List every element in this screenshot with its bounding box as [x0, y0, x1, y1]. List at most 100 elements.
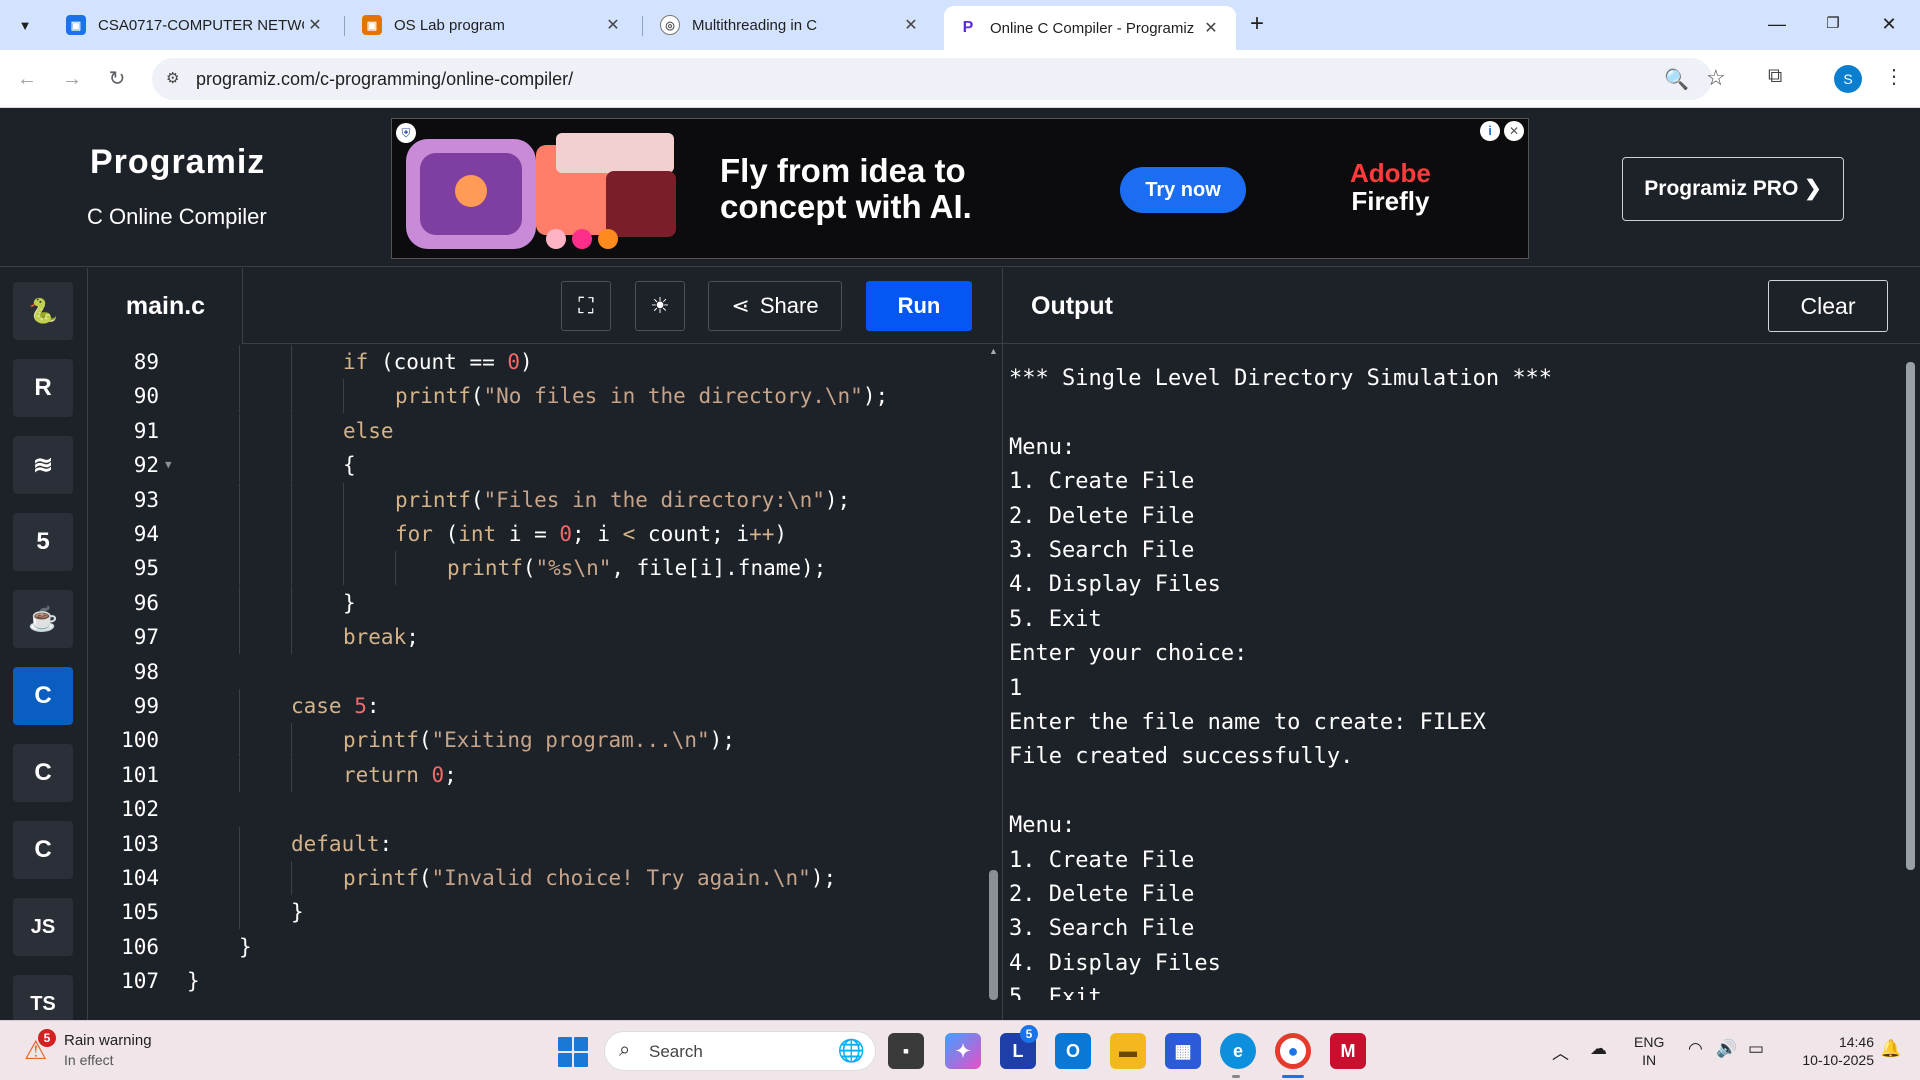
output-line: 5. Exit: [1009, 606, 1102, 632]
profile-avatar[interactable]: S: [1834, 65, 1862, 93]
browser-tab-bar: ▼ ▣ CSA0717-COMPUTER NETWOR ✕ ▣ OS Lab p…: [0, 0, 1920, 50]
ad-close-icon[interactable]: ✕: [1504, 121, 1524, 141]
code-line[interactable]: 103 default:: [89, 826, 989, 861]
taskbar-search[interactable]: ⌕ Search 🌐: [604, 1031, 876, 1071]
code-line[interactable]: 92 ▼ {: [89, 448, 989, 483]
csharp-icon[interactable]: C: [13, 821, 73, 879]
close-icon[interactable]: ✕: [602, 15, 624, 35]
mcafee-icon[interactable]: M: [1330, 1033, 1366, 1069]
code-line[interactable]: 101 return 0;: [89, 757, 989, 792]
outlook-icon[interactable]: O: [1055, 1033, 1091, 1069]
code-line[interactable]: 102: [89, 792, 989, 826]
run-button[interactable]: Run: [866, 281, 972, 331]
zoom-icon[interactable]: 🔍: [1664, 67, 1689, 92]
address-bar[interactable]: ⚙ programiz.com/c-programming/online-com…: [152, 58, 1726, 100]
code-editor[interactable]: ▲ 89 if (count == 0) 90 printf("No files in…: [89, 345, 1002, 1020]
close-icon[interactable]: ✕: [1200, 18, 1222, 38]
wifi-icon[interactable]: ◠: [1688, 1039, 1703, 1059]
task-view-icon[interactable]: ▪: [888, 1033, 924, 1069]
output-line: File created successfully.: [1009, 744, 1354, 770]
tab-search-button[interactable]: ▼: [10, 10, 40, 40]
close-icon[interactable]: ✕: [304, 15, 326, 35]
file-explorer-icon[interactable]: ▬: [1110, 1033, 1146, 1069]
site-info-icon[interactable]: ⚙: [166, 69, 179, 87]
share-button[interactable]: ⋖ Share: [708, 281, 842, 331]
code-line[interactable]: 90 printf("No files in the directory.\n")…: [89, 379, 989, 414]
js-icon[interactable]: JS: [13, 898, 73, 956]
code-line[interactable]: 104 printf("Invalid choice! Try again.\n"…: [89, 861, 989, 895]
battery-icon[interactable]: ▭: [1748, 1039, 1764, 1059]
code-line[interactable]: 93 printf("Files in the directory:\n");: [89, 482, 989, 517]
notification-icon[interactable]: 🔔: [1880, 1039, 1901, 1059]
output-console[interactable]: *** Single Level Directory Simulation **…: [1003, 345, 1908, 1000]
code-line[interactable]: 105}: [89, 895, 989, 930]
code-line[interactable]: 94 for (int i = 0; i < count; i++): [89, 517, 989, 551]
minimize-icon[interactable]: —: [1754, 8, 1800, 40]
output-line: 1. Create File: [1009, 469, 1195, 495]
sql-icon[interactable]: ≋: [13, 436, 73, 494]
file-tab-main-c[interactable]: main.c: [89, 268, 243, 344]
more-menu-icon[interactable]: ⋮: [1884, 64, 1904, 89]
editor-scrollbar[interactable]: [989, 870, 998, 1000]
onedrive-icon[interactable]: ☁: [1590, 1039, 1607, 1059]
input-language[interactable]: ENG IN: [1634, 1033, 1664, 1069]
back-icon[interactable]: ←: [10, 62, 44, 96]
ts-icon[interactable]: TS: [13, 975, 73, 1020]
tab-2[interactable]: ◎ Multithreading in C ✕: [646, 6, 936, 44]
close-icon[interactable]: ✕: [900, 15, 922, 35]
theme-toggle-icon[interactable]: ☀: [635, 281, 685, 331]
code-line[interactable]: 89 if (count == 0): [89, 345, 989, 379]
microsoft-store-icon[interactable]: ▦: [1165, 1033, 1201, 1069]
output-scrollbar[interactable]: [1906, 362, 1915, 870]
line-number: 91: [133, 418, 159, 443]
code-line[interactable]: 96}: [89, 585, 989, 620]
forward-icon[interactable]: →: [55, 62, 89, 96]
output-line: *** Single Level Directory Simulation **…: [1009, 366, 1553, 391]
window-close-icon[interactable]: ✕: [1866, 8, 1912, 40]
code-token: }: [239, 934, 252, 959]
tab-1[interactable]: ▣ OS Lab program ✕: [348, 6, 638, 44]
edge-icon[interactable]: e: [1220, 1033, 1256, 1069]
tab-0[interactable]: ▣ CSA0717-COMPUTER NETWOR ✕: [52, 6, 340, 44]
code-line[interactable]: 106}: [89, 930, 989, 964]
python-icon[interactable]: 🐍: [13, 282, 73, 340]
code-line[interactable]: 99 case 5:: [89, 689, 989, 723]
system-clock[interactable]: 14:46 10-10-2025: [1786, 1033, 1874, 1069]
windows-start-icon[interactable]: [558, 1037, 588, 1067]
programiz-logo[interactable]: Programiz: [90, 143, 265, 182]
html5-icon[interactable]: 5: [13, 513, 73, 571]
code-line[interactable]: 100 printf("Exiting program...\n");: [89, 723, 989, 758]
programiz-pro-button[interactable]: Programiz PRO ❯: [1622, 157, 1844, 221]
c-icon[interactable]: C: [13, 667, 73, 725]
volume-icon[interactable]: 🔊: [1716, 1039, 1737, 1059]
output-title: Output: [1031, 292, 1113, 320]
restore-icon[interactable]: ❐: [1810, 8, 1856, 40]
code-line[interactable]: 95 printf("%s\n", file[i].fname);: [89, 551, 989, 586]
clear-button[interactable]: Clear: [1768, 280, 1888, 332]
extensions-icon[interactable]: ⧉: [1768, 65, 1782, 88]
code-line[interactable]: 91 else: [89, 413, 989, 448]
url-text[interactable]: programiz.com/c-programming/online-compi…: [196, 69, 573, 90]
code-line[interactable]: 107}: [89, 964, 989, 998]
code-token: ; i: [572, 522, 623, 546]
code-line[interactable]: 98: [89, 655, 989, 689]
ad-try-now-button[interactable]: Try now: [1120, 167, 1246, 213]
ad-info-icon[interactable]: i: [1480, 121, 1500, 141]
chevron-up-icon[interactable]: ︿: [1552, 1039, 1569, 1064]
edge-running-indicator: [1232, 1075, 1240, 1078]
copilot-icon[interactable]: ✦: [945, 1033, 981, 1069]
new-tab-button[interactable]: +: [1242, 10, 1272, 40]
r-icon[interactable]: R: [13, 359, 73, 417]
reload-icon[interactable]: ↻: [100, 62, 134, 96]
fullscreen-icon[interactable]: ⛶: [561, 281, 611, 331]
bookmark-star-icon[interactable]: ☆: [1706, 65, 1726, 91]
code-line[interactable]: 97 break;: [89, 620, 989, 655]
advertisement-banner[interactable]: ⛨ Fly from idea to concept with AI. Try …: [391, 118, 1529, 259]
cpp-icon[interactable]: C: [13, 744, 73, 802]
tab-3-active[interactable]: P Online C Compiler - Programiz ✕: [944, 6, 1236, 50]
fold-arrow-icon[interactable]: ▼: [165, 448, 172, 482]
chrome-icon[interactable]: ●: [1275, 1033, 1311, 1069]
editor-scroll-up-arrow[interactable]: ▲: [989, 346, 998, 356]
java-icon[interactable]: ☕: [13, 590, 73, 648]
weather-title[interactable]: Rain warning: [64, 1032, 152, 1049]
